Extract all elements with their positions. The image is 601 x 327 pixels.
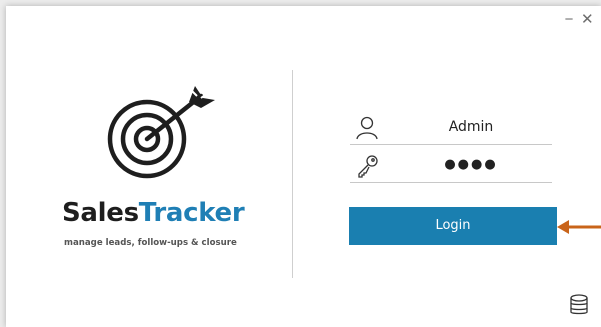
window-controls: − ✕ (563, 12, 594, 28)
password-input[interactable]: ●●●● (390, 157, 552, 172)
brand-name: SalesTracker (62, 198, 245, 228)
target-arrow-icon (107, 86, 215, 179)
key-icon (358, 155, 378, 178)
database-icon[interactable] (569, 294, 589, 316)
vertical-divider (292, 70, 293, 278)
username-field[interactable] (350, 110, 552, 145)
password-field[interactable]: ●●●● (350, 148, 552, 183)
minimize-button[interactable]: − (563, 12, 575, 28)
user-icon (356, 116, 378, 140)
close-button[interactable]: ✕ (581, 12, 594, 28)
brand-name-part2: Tracker (138, 198, 245, 228)
login-button[interactable]: Login (349, 207, 557, 245)
brand-logo: SalesTracker manage leads, follow-ups & … (52, 82, 252, 262)
brand-name-part1: Sales (62, 198, 139, 228)
brand-tagline: manage leads, follow-ups & closure (64, 238, 237, 248)
login-window: − ✕ SalesTracker manage leads, follow-up… (6, 6, 601, 327)
username-input[interactable] (390, 119, 552, 135)
pointer-arrow-icon (557, 220, 601, 234)
